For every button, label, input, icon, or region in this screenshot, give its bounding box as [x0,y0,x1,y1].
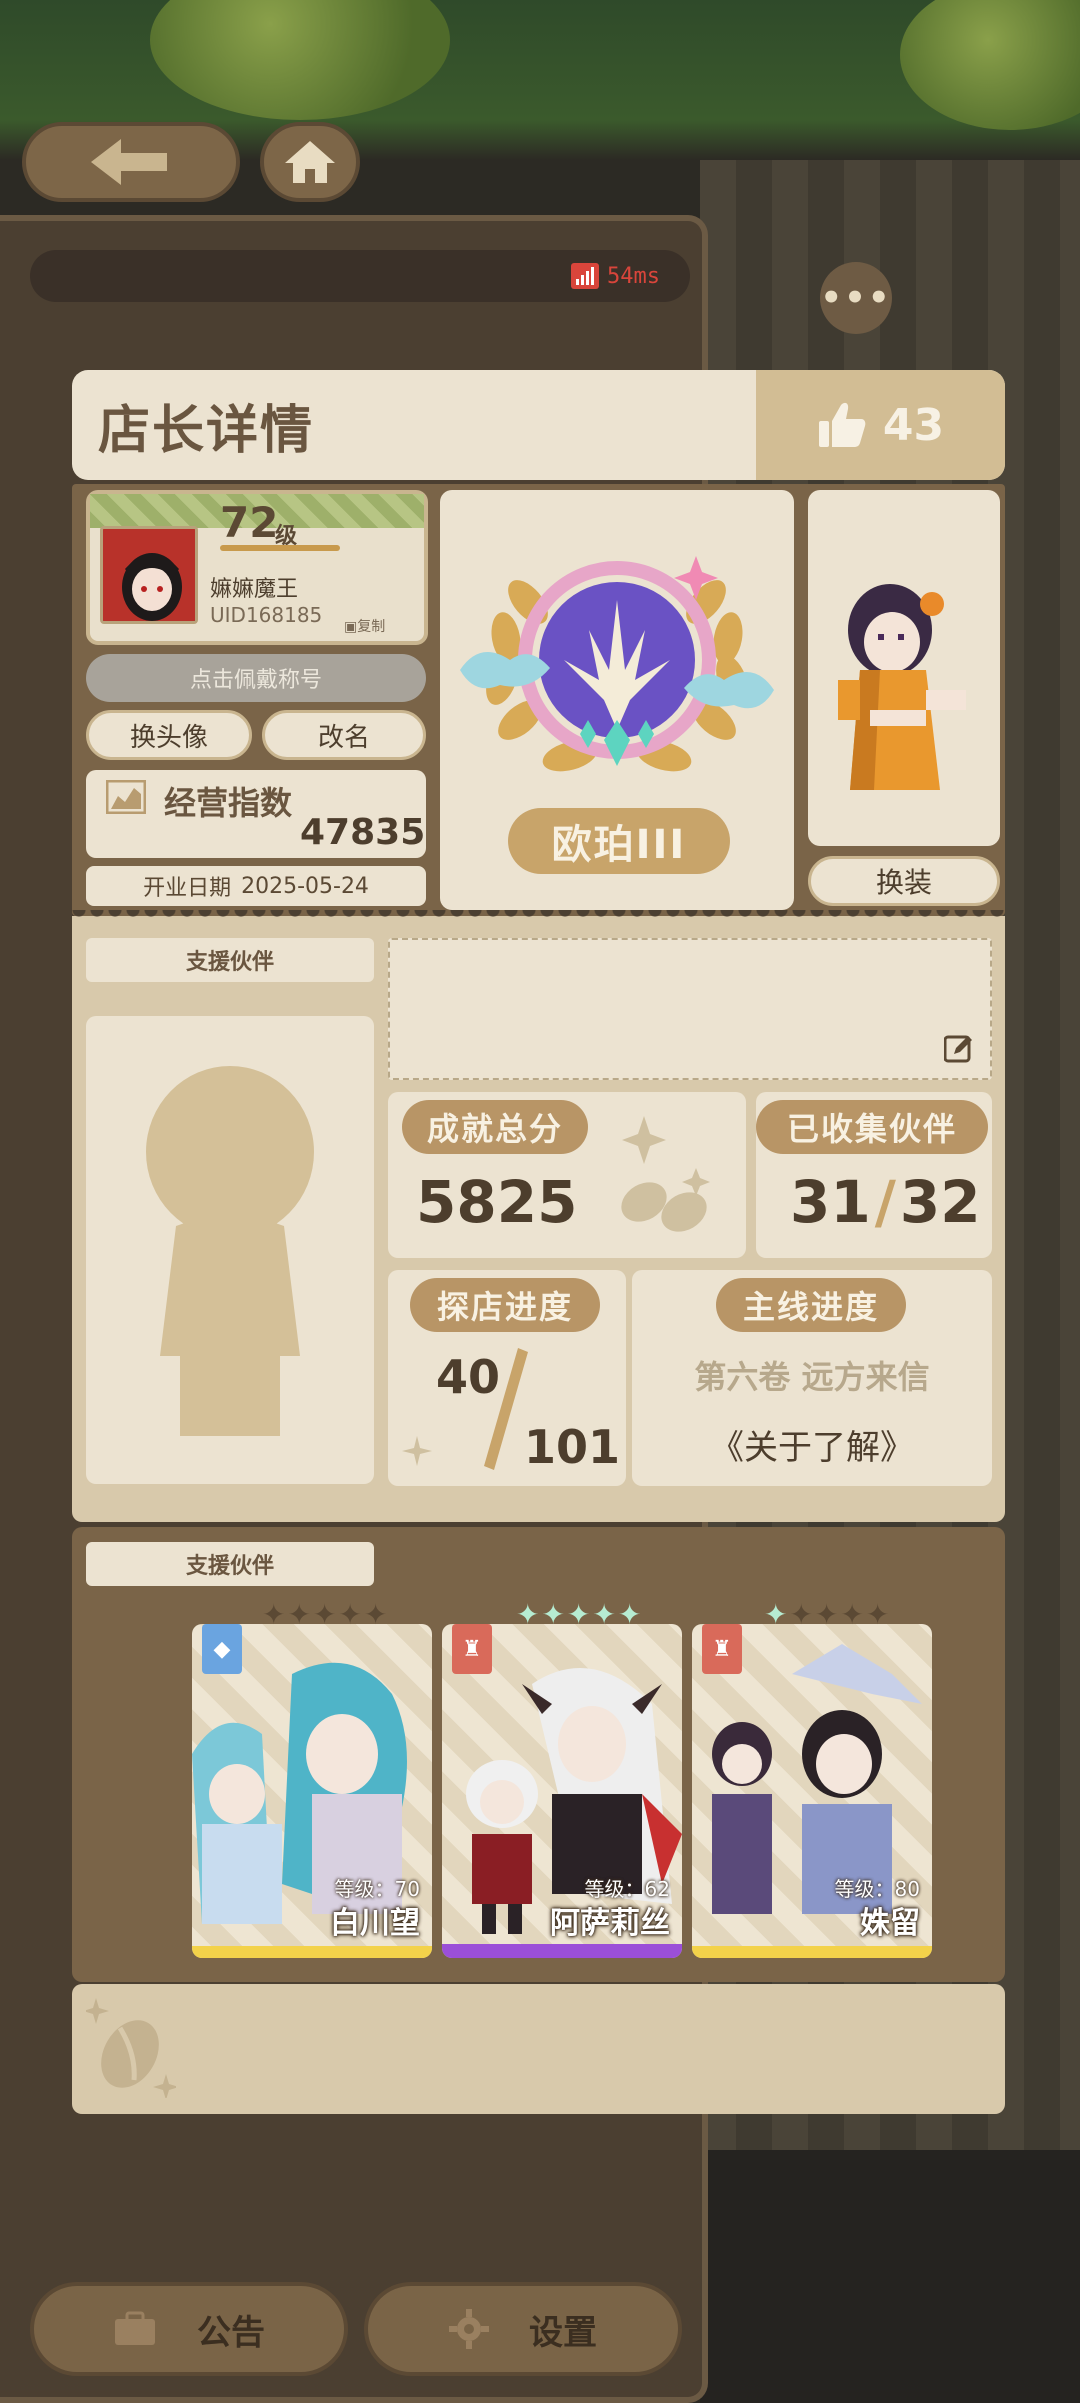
more-options-button[interactable]: ••• [820,262,892,334]
copy-uid-button[interactable]: ▣复制 [344,616,385,636]
sparkle-icon [402,1436,432,1466]
open-date-label: 开业日期 [143,876,232,901]
signature-field[interactable] [388,938,992,1080]
copy-icon: ▣ [344,619,358,635]
avatar-portrait [103,529,195,621]
like-button[interactable]: 43 [756,370,1005,480]
business-index-label: 经营指数 [164,784,293,822]
mainline-progress-label: 主线进度 [716,1278,906,1332]
partner-name: 白川望 [330,1906,420,1941]
home-icon [285,141,335,183]
rename-button[interactable]: 改名 [262,710,426,760]
chart-icon [106,780,146,814]
home-button[interactable] [260,122,360,202]
collected-partners-count: 31 / 32 [790,1168,981,1236]
achievement-value: 5825 [416,1168,578,1236]
player-level: 72 [220,498,279,547]
partner-card[interactable]: ♜ 等级：80 姝留 [692,1624,932,1958]
notice-label: 公告 [197,2312,265,2353]
notice-button[interactable]: 公告 [30,2282,348,2376]
ping-value: 54ms [607,263,660,289]
like-count: 43 [882,399,945,451]
section-divider [72,910,1005,924]
avatar[interactable] [100,526,198,624]
partner-name: 阿萨莉丝 [550,1906,670,1941]
gear-icon [449,2309,489,2349]
background-shadow [700,2150,1080,2403]
support-partner-tag: 支援伙伴 [86,938,374,982]
achievement-label: 成就总分 [402,1100,588,1154]
page-title: 店长详情 [98,401,315,461]
business-index-value: 47835 [300,812,426,853]
briefcase-icon [115,2311,155,2345]
rarity-strip [192,1946,432,1958]
explore-total: 101 [524,1420,621,1474]
message-board [72,1984,1005,2114]
change-outfit-button[interactable]: 换装 [808,856,1000,906]
arrow-left-icon [91,139,167,185]
slash-separator: / [874,1168,896,1236]
player-uid: UID168185 [210,603,323,627]
signal-icon [571,263,600,289]
network-status: 54ms [30,250,690,302]
ellipsis-icon: ••• [820,278,892,318]
copy-label: 复制 [357,619,386,635]
partner-name: 姝留 [860,1906,920,1941]
support-partner-slot[interactable] [86,1016,374,1484]
level-underline [220,545,340,551]
open-date: 开业日期 2025-05-24 [86,866,426,906]
partner-card[interactable]: ◆ 等级：70 白川望 [192,1624,432,1958]
settings-button[interactable]: 设置 [364,2282,682,2376]
change-avatar-button[interactable]: 换头像 [86,710,252,760]
mainline-chapter: 第六卷 远方来信 [694,1358,930,1396]
collected-value: 31 [790,1168,871,1236]
thumbs-up-icon [818,402,866,447]
mainline-subtitle: 《关于了解》 [710,1428,914,1468]
settings-label: 设置 [529,2312,597,2353]
collected-partners-label: 已收集伙伴 [756,1100,988,1154]
rank-label: 欧珀III [508,808,730,874]
rarity-strip [692,1946,932,1958]
character-sprite [838,584,966,790]
partner-stars: ✦✦✦✦✦ [262,1598,390,1631]
partner-stars: ✦✦✦✦✦ [516,1598,644,1631]
back-button[interactable] [22,122,240,202]
partner-section-tag: 支援伙伴 [86,1542,374,1586]
progress-slash [484,1348,528,1470]
wear-title-button[interactable]: 点击佩戴称号 [86,654,426,702]
rarity-strip [442,1944,682,1958]
open-date-value: 2025-05-24 [241,873,369,899]
partner-stars: ✦✦✦✦✦ [764,1598,892,1631]
collected-total: 32 [899,1168,981,1236]
coffee-bean-icon [621,1116,710,1232]
coffee-bean-icon [86,1998,176,2098]
rank-emblem-icon [460,556,774,772]
explore-progress-label: 探店进度 [410,1278,600,1332]
empty-partner-silhouette [146,1066,314,1436]
player-name: 嫲嫲魔王 [210,577,299,602]
edit-icon [944,1035,972,1063]
partner-card[interactable]: ♜ 等级：62 阿萨莉丝 [442,1624,682,1958]
